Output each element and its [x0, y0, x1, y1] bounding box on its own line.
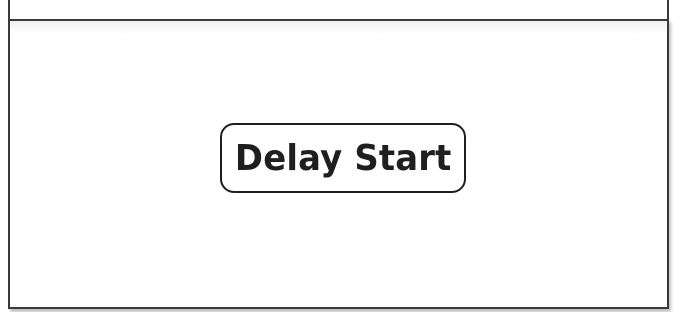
delay-start-label: Delay Start [234, 137, 452, 179]
delay-start-button[interactable]: Delay Start [220, 123, 466, 193]
screen: Delay Start [0, 0, 680, 312]
control-panel: Delay Start [8, 19, 669, 309]
frame-edge-right [667, 0, 669, 20]
panel-shade [10, 21, 667, 35]
frame-edge-left [8, 0, 10, 20]
